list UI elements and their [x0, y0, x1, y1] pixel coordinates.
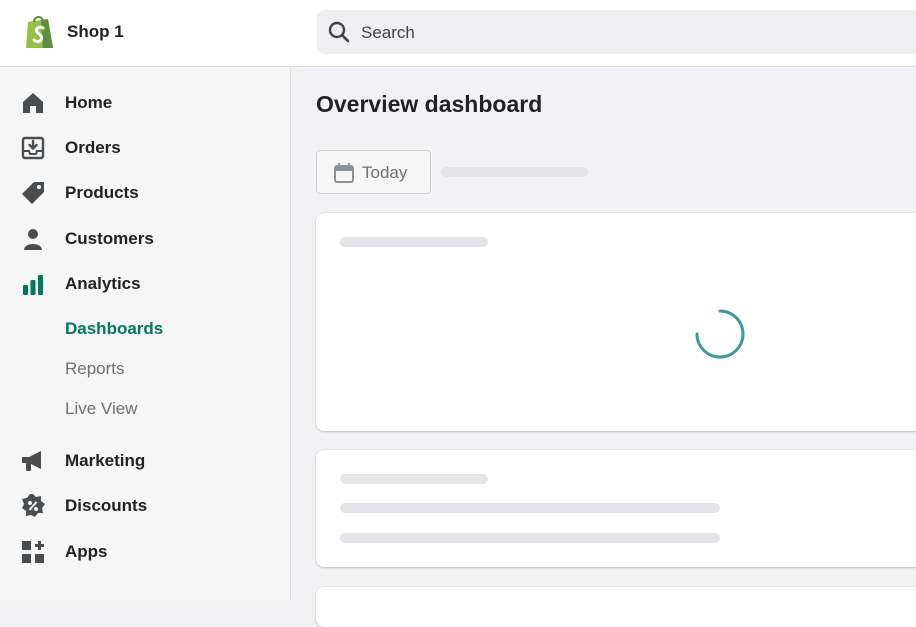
main-content: Overview dashboard Today: [291, 67, 916, 627]
shopify-logo-icon[interactable]: [22, 13, 56, 51]
discount-icon: [22, 494, 45, 517]
loading-card: [316, 587, 916, 627]
loading-card: [316, 450, 916, 567]
sidebar-subitem-live-view[interactable]: Live View: [0, 391, 290, 425]
page-title: Overview dashboard: [316, 91, 543, 117]
sidebar-item-home[interactable]: Home: [0, 83, 290, 123]
shop-name[interactable]: Shop 1: [67, 22, 124, 42]
tag-icon: [22, 182, 44, 204]
date-range-label: Today: [362, 163, 408, 182]
megaphone-icon: [22, 451, 41, 471]
sidebar-item-label: Home: [65, 93, 113, 112]
sidebar-subitem-reports[interactable]: Reports: [0, 351, 290, 385]
sidebar: Home Orders Products Customers Analytics: [0, 67, 291, 600]
sidebar-item-label: Products: [65, 183, 139, 202]
sidebar-item-apps[interactable]: Apps: [0, 532, 290, 572]
search-bar[interactable]: Search: [317, 10, 916, 54]
sidebar-item-label: Apps: [65, 542, 108, 561]
skeleton-line: [340, 503, 720, 513]
sidebar-item-label: Discounts: [65, 496, 148, 515]
orders-icon: [21, 136, 45, 160]
person-icon: [24, 229, 42, 250]
sidebar-item-label: Orders: [65, 138, 121, 157]
sidebar-item-discounts[interactable]: Discounts: [0, 486, 290, 526]
loading-card: [316, 213, 916, 431]
skeleton-line: [340, 237, 488, 247]
sidebar-item-analytics[interactable]: Analytics: [0, 264, 290, 304]
sidebar-item-label: Customers: [65, 229, 154, 248]
home-icon: [23, 93, 43, 113]
sidebar-item-label: Analytics: [65, 274, 141, 293]
search-icon: [328, 21, 350, 43]
sidebar-item-customers[interactable]: Customers: [0, 219, 290, 259]
sidebar-item-orders[interactable]: Orders: [0, 128, 290, 168]
bar-chart-icon: [23, 275, 43, 295]
sidebar-subitem-label: Reports: [65, 359, 125, 378]
loading-spinner-icon: [695, 309, 745, 359]
sidebar-item-marketing[interactable]: Marketing: [0, 441, 290, 481]
sidebar-subitem-label: Dashboards: [65, 319, 164, 338]
skeleton-line: [441, 167, 588, 177]
sidebar-item-products[interactable]: Products: [0, 173, 290, 213]
skeleton-line: [340, 474, 488, 484]
apps-icon: [22, 541, 44, 563]
calendar-icon: [334, 163, 354, 183]
sidebar-subitem-dashboards[interactable]: Dashboards: [0, 311, 290, 345]
date-range-button[interactable]: Today: [316, 150, 431, 194]
top-bar: Shop 1 Search: [0, 0, 916, 67]
search-input[interactable]: Search: [361, 23, 415, 43]
sidebar-item-label: Marketing: [65, 451, 146, 470]
skeleton-line: [340, 533, 720, 543]
sidebar-subitem-label: Live View: [65, 399, 138, 418]
